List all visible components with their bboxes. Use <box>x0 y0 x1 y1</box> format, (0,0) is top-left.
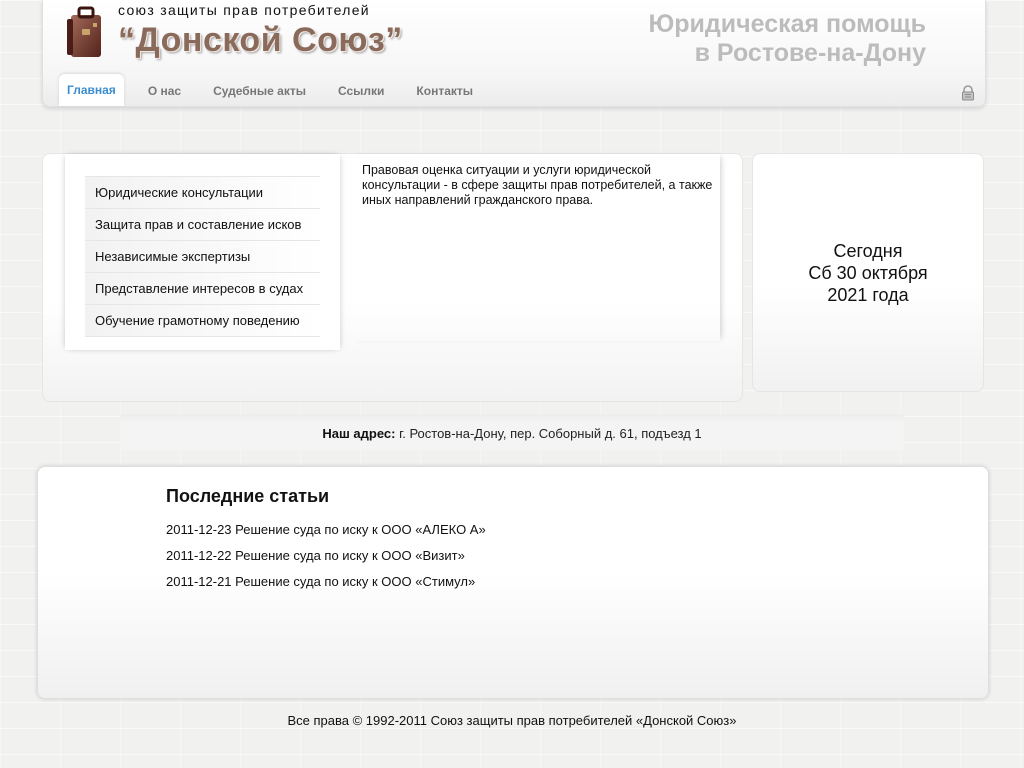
service-item-consultations[interactable]: Юридические консультации <box>85 176 320 209</box>
article-link[interactable]: 2011-12-22 Решение суда по иску к ООО «В… <box>166 548 486 574</box>
site-slogan: Юридическая помощь в Ростове-на-Дону <box>648 10 926 68</box>
latest-articles: Последние статьи 2011-12-23 Решение суда… <box>37 466 989 699</box>
nav-item-court-acts[interactable]: Судебные акты <box>197 76 322 106</box>
slogan-line-2: в Ростове-на-Дону <box>694 39 926 67</box>
site-logo-name[interactable]: “Донской Союз” <box>118 21 403 60</box>
site-header: союз защиты прав потребителей “Донской С… <box>42 0 986 107</box>
today-date: Сб 30 октября <box>808 262 928 283</box>
footer-copyright: Все права © 1992-2011 Союз защиты прав п… <box>287 713 737 728</box>
service-item-training[interactable]: Обучение грамотному поведению <box>85 305 320 337</box>
main-nav: Главная О нас Судебные акты Ссылки Конта… <box>59 74 489 106</box>
nav-item-contacts[interactable]: Контакты <box>400 76 489 106</box>
lock-icon[interactable] <box>960 85 976 101</box>
service-item-expertise[interactable]: Независимые экспертизы <box>85 241 320 273</box>
slogan-line-1: Юридическая помощь <box>648 10 926 38</box>
today-date-box: Сегодня Сб 30 октября 2021 года <box>752 153 984 392</box>
address-bar: Наш адрес: г. Ростов-на-Дону, пер. Собор… <box>120 414 904 450</box>
article-list: 2011-12-23 Решение суда по иску к ООО «А… <box>166 522 486 600</box>
today-year: 2021 года <box>827 284 909 305</box>
logo-tagline: союз защиты прав потребителей <box>118 2 370 18</box>
address-value: г. Ростов-на-Дону, пер. Соборный д. 61, … <box>399 426 702 441</box>
nav-item-links[interactable]: Ссылки <box>322 76 400 106</box>
address-label: Наш адрес: <box>322 426 396 441</box>
nav-item-home[interactable]: Главная <box>59 74 124 106</box>
article-link[interactable]: 2011-12-21 Решение суда по иску к ООО «С… <box>166 574 486 600</box>
nav-item-about[interactable]: О нас <box>132 76 197 106</box>
articles-title: Последние статьи <box>166 486 330 506</box>
service-item-court-representation[interactable]: Представление интересов в судах <box>85 273 320 305</box>
services-menu: Юридические консультации Защита прав и с… <box>65 154 340 350</box>
briefcase-icon[interactable] <box>65 3 103 59</box>
today-label: Сегодня <box>833 240 903 261</box>
service-item-claims[interactable]: Защита прав и составление исков <box>85 209 320 241</box>
intro-text: Правовая оценка ситуации и услуги юридич… <box>350 154 720 341</box>
main-content-box: Юридические консультации Защита прав и с… <box>42 153 743 402</box>
article-link[interactable]: 2011-12-23 Решение суда по иску к ООО «А… <box>166 522 486 548</box>
